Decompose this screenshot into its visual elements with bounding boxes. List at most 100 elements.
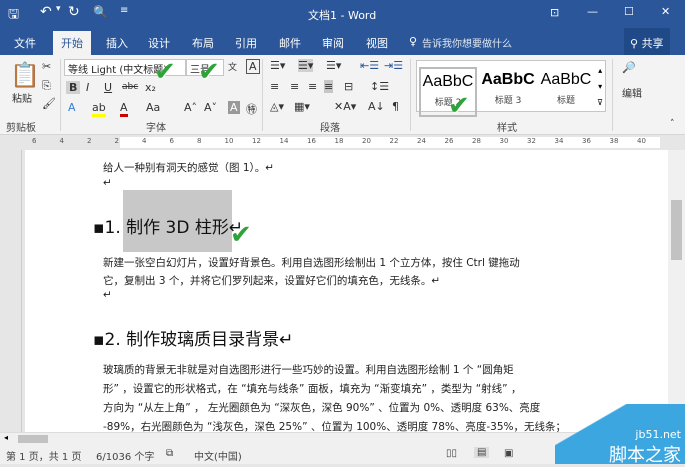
style-preview: AaBbC [481,71,535,88]
ribbon-options-icon[interactable]: ⊡ [550,6,559,19]
vertical-ruler[interactable] [0,150,22,432]
style-name: 标题 [556,96,575,106]
underline-button[interactable]: U [104,81,112,94]
print-preview-icon[interactable]: 🔍 [93,5,108,19]
shading-icon[interactable]: ◬▾ [270,100,284,113]
tab-design[interactable]: 设计 [148,35,170,51]
scroll-thumb[interactable] [18,435,48,443]
ruler-number: 20 [362,137,371,145]
style-heading-3[interactable]: AaBbC 标题 3 [479,67,537,117]
word-count[interactable]: 6/1036 个字 [96,448,154,463]
divider [410,59,411,131]
language[interactable]: 中文(中国) [194,448,242,463]
read-mode-icon[interactable]: ▯▯ [446,448,457,459]
scroll-left-icon[interactable]: ◂ [4,433,8,442]
justify-icon[interactable]: ≡ [324,80,334,93]
styles-scroll-icon[interactable]: ▴ ▾ ⊽ [597,63,603,111]
tab-review[interactable]: 审阅 [322,35,344,51]
tab-home[interactable]: 开始 [53,31,91,55]
copy-icon[interactable]: ⎘ [42,79,51,93]
character-shading-icon[interactable]: A [228,101,240,114]
collapse-ribbon-icon[interactable]: ˄ [670,119,675,129]
format-painter-icon[interactable]: 🖌 [42,97,56,110]
align-center-icon[interactable]: ≡ [290,80,299,93]
customize-icon[interactable]: ≡ [120,5,128,16]
ruler-number: 26 [444,137,454,145]
watermark-logo: jb51.net 脚本之家 [555,404,685,466]
sort-icon[interactable]: A↓ [368,100,385,113]
strikethrough-button[interactable]: abc [122,82,138,92]
multilevel-list-icon[interactable]: ☰▾ [326,59,341,72]
phonetic-guide-icon[interactable]: 文 [228,60,237,73]
ruler-numbers: 6 4 2 2 4 6 8 10 12 14 16 18 20 22 24 26 28 30 32 34 36 38 40 [0,137,685,148]
minimize-button[interactable]: — [587,5,598,18]
ruler-number: 10 [224,137,234,145]
horizontal-ruler[interactable]: 6 4 2 2 4 6 8 10 12 14 16 18 20 22 24 26 28 30 32 34 36 38 40 [0,135,685,150]
style-title[interactable]: AaBbC 标题 [537,67,595,117]
tab-insert[interactable]: 插入 [106,35,128,51]
scroll-thumb[interactable] [671,200,682,260]
share-button[interactable]: ⚲ 共享 [624,28,670,55]
tab-mailings[interactable]: 邮件 [279,35,301,51]
tab-file[interactable]: 文件 [14,35,36,51]
tab-view[interactable]: 视图 [366,35,388,51]
tab-references[interactable]: 引用 [235,35,257,51]
ruler-number: 4 [59,137,64,145]
text-effects-icon[interactable]: A [68,101,76,114]
ruler-number: 16 [307,137,316,145]
undo-dropdown-icon[interactable]: ▾ [56,4,61,14]
shrink-font-button[interactable]: A˅ [204,101,217,114]
align-left-icon[interactable]: ≡ [270,80,279,93]
paragraph-mark: ↵ [103,289,112,301]
undo-icon[interactable]: ↶ [40,4,52,20]
align-right-icon[interactable]: ≡ [308,80,317,93]
show-marks-icon[interactable]: ¶ [392,100,399,113]
ruler-number: 34 [554,137,564,145]
enclose-characters-icon[interactable]: ㊕ [246,101,257,117]
print-layout-icon[interactable]: ▤ [474,447,490,458]
distributed-icon[interactable]: ⊟ [344,80,353,93]
numbering-icon[interactable]: ☰▾ [298,59,314,72]
tab-layout[interactable]: 布局 [192,35,214,51]
proofing-icon[interactable]: ⧉ [166,448,173,459]
window-title: 文档1 - Word [308,9,377,22]
bold-button[interactable]: B [66,81,81,94]
text-line: 新建一张空白幻灯片，设置好背景色。利用自选图形绘制出 1 个立方体，按住 Ctr… [103,257,520,269]
line-spacing-icon[interactable]: ↕☰ [370,80,389,93]
change-case-button[interactable]: Aa [146,101,160,114]
close-button[interactable]: ✕ [661,5,670,18]
paste-icon[interactable]: 📋 [10,61,40,89]
asian-layout-icon[interactable]: ✕A▾ [334,100,356,113]
bullets-icon[interactable]: ☰▾ [270,59,285,72]
maximize-button[interactable]: ☐ [624,5,634,18]
find-icon[interactable]: 🔎 [622,61,636,74]
editing-button[interactable]: 编辑 [622,85,642,100]
font-color-icon[interactable]: A [120,101,128,117]
checkmark-icon: ✔ [154,57,176,87]
web-layout-icon[interactable]: ▣ [504,448,513,459]
watermark-name: 脚本之家 [609,445,681,466]
cut-icon[interactable]: ✂ [42,60,51,73]
ribbon: 📋 粘贴 ✂ ⎘ 🖌 剪贴板 等线 Light (中文标题) 三号 文 A B … [0,55,685,135]
vertical-scrollbar[interactable] [668,150,685,432]
style-preview: AaBbC [422,73,474,90]
increase-indent-icon[interactable]: ⇥☰ [384,59,403,72]
highlight-icon[interactable]: ab [92,101,106,117]
save-icon[interactable]: 🖫 [8,5,19,27]
document-page[interactable]: 给人一种别有洞天的感觉（图 1）。↵ ↵ ▪1. 制作 3D 柱形↵ ✔ 新建一… [25,150,668,433]
ruler-number: 6 [169,137,174,145]
redo-icon[interactable]: ↻ [68,4,80,20]
italic-button[interactable]: I [86,81,89,94]
page-count[interactable]: 第 1 页，共 1 页 [6,448,81,463]
clipboard-group-label: 剪贴板 [6,123,36,134]
paste-button[interactable]: 粘贴 [12,90,32,105]
checkmark-icon: ✔ [230,220,252,250]
ruler-number: 2 [87,137,92,145]
character-border-icon[interactable]: A [246,59,260,74]
grow-font-button[interactable]: A˄ [184,101,197,114]
decrease-indent-icon[interactable]: ⇤☰ [360,59,379,72]
paragraph-group-label: 段落 [320,123,340,134]
borders-icon[interactable]: ▦▾ [294,100,310,113]
ruler-number: 12 [252,137,261,145]
tell-me-input[interactable]: 告诉我你想要做什么 [422,35,512,50]
